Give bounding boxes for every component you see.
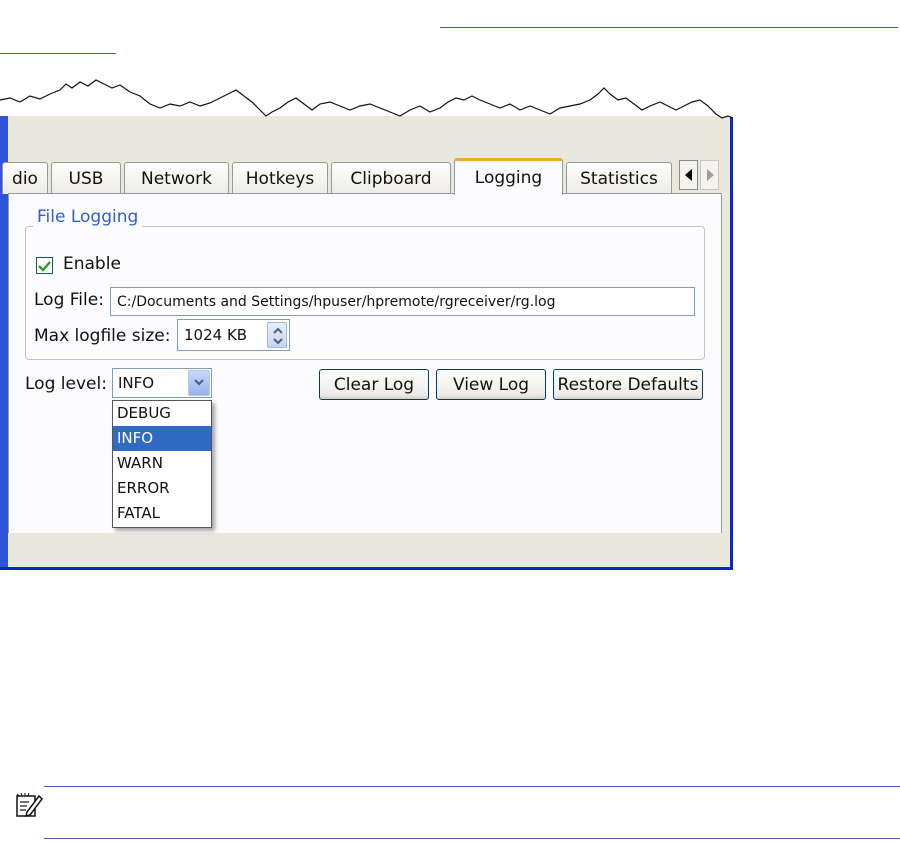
clear-log-button[interactable]: Clear Log <box>319 369 429 400</box>
tab-statistics[interactable]: Statistics <box>566 162 672 194</box>
log-level-option-error[interactable]: ERROR <box>113 476 211 501</box>
log-level-option-debug[interactable]: DEBUG <box>113 401 211 426</box>
tab-usb[interactable]: USB <box>51 162 121 194</box>
tab-scroll-left-button[interactable] <box>679 160 698 190</box>
note-pencil-icon <box>16 792 43 818</box>
document-link-underline <box>440 27 898 28</box>
max-logfile-size-value: 1024 KB <box>184 326 248 344</box>
document-link-underline <box>0 53 116 54</box>
log-file-path-input[interactable] <box>110 287 695 316</box>
max-logfile-size-spinner[interactable]: 1024 KB <box>177 319 290 351</box>
file-logging-group-title: File Logging <box>33 207 143 227</box>
combo-dropdown-button[interactable] <box>188 370 210 396</box>
log-level-dropdown-list: DEBUG INFO WARN ERROR FATAL <box>112 400 212 528</box>
tab-clipboard[interactable]: Clipboard <box>331 162 451 194</box>
enable-label: Enable <box>63 254 121 274</box>
tab-audio[interactable]: dio <box>2 162 48 194</box>
spin-up-down-icon <box>273 327 283 345</box>
tab-hotkeys[interactable]: Hotkeys <box>232 162 328 194</box>
logging-panel: File Logging Enable Log File: Max logfil… <box>8 193 722 533</box>
tab-network[interactable]: Network <box>124 162 229 194</box>
triangle-left-icon <box>684 169 692 181</box>
screenshot-frame: dio USB Network Hotkeys Clipboard Loggin… <box>0 76 733 570</box>
log-level-option-info[interactable]: INFO <box>113 426 211 451</box>
enable-logging-checkbox[interactable] <box>36 257 53 274</box>
tab-scroll-right-button[interactable] <box>700 160 719 190</box>
log-level-combobox[interactable]: INFO <box>112 368 212 398</box>
chevron-down-icon <box>194 379 204 386</box>
triangle-right-icon <box>706 169 714 181</box>
tab-logging[interactable]: Logging <box>454 158 563 195</box>
note-bottom-rule <box>44 838 900 839</box>
note-top-rule <box>44 786 900 787</box>
checkmark-icon <box>38 260 51 272</box>
log-level-selected-value: INFO <box>118 374 155 392</box>
log-level-option-warn[interactable]: WARN <box>113 451 211 476</box>
log-level-label: Log level: <box>25 374 107 394</box>
log-level-option-fatal[interactable]: FATAL <box>113 501 211 526</box>
log-file-label: Log File: <box>34 290 104 310</box>
spinner-buttons[interactable] <box>267 322 287 348</box>
restore-defaults-button[interactable]: Restore Defaults <box>553 369 703 400</box>
view-log-button[interactable]: View Log <box>436 369 546 400</box>
settings-tab-bar: dio USB Network Hotkeys Clipboard Loggin… <box>2 158 720 195</box>
max-logfile-size-label: Max logfile size: <box>34 326 171 346</box>
